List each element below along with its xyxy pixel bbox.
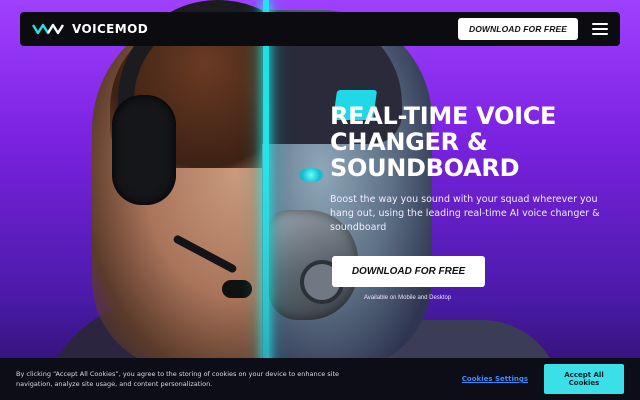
hamburger-menu-icon[interactable] [592,23,608,35]
navbar-actions: DOWNLOAD FOR FREE [457,18,608,40]
hero-subtitle: Boost the way you sound with your squad … [330,194,600,233]
cookie-banner: By clicking “Accept All Cookies”, you ag… [0,358,640,400]
voicemod-logo-icon [32,23,66,35]
top-navbar: VOICEMOD DOWNLOAD FOR FREE [20,12,620,46]
cookie-actions: Cookies Settings Accept All Cookies [456,364,624,394]
navbar-download-button[interactable]: DOWNLOAD FOR FREE [457,18,578,40]
microphone-icon [222,280,252,298]
headset-earcup [112,95,176,205]
availability-note: Available on Mobile and Desktop [363,295,452,301]
hero-download-button[interactable]: DOWNLOAD FOR FREE [332,256,485,287]
cookie-settings-button[interactable]: Cookies Settings [456,371,534,387]
brand-home-link[interactable]: VOICEMOD [32,22,148,36]
cookie-consent-text: By clicking “Accept All Cookies”, you ag… [16,370,340,388]
brand-name: VOICEMOD [72,22,149,36]
accept-all-cookies-button[interactable]: Accept All Cookies [544,364,624,394]
hero-title: REAL-TIME VOICE CHANGER & SOUNDBOARD [330,102,557,182]
glowing-eye [298,168,324,182]
glow-divider-line [263,0,269,400]
